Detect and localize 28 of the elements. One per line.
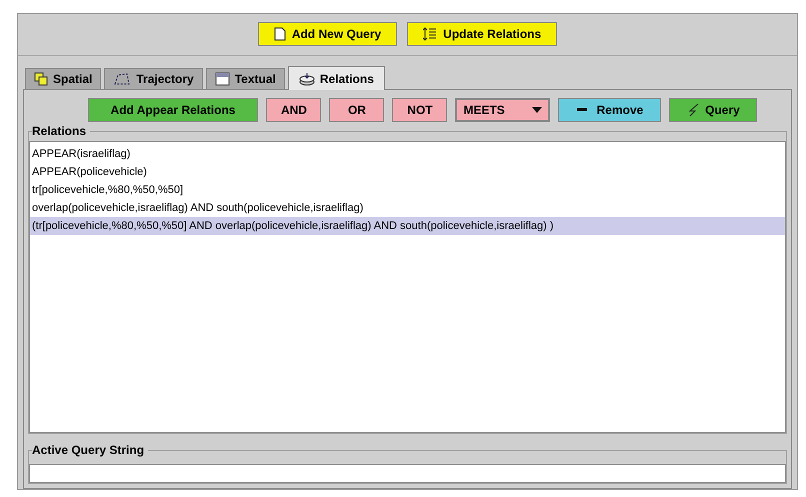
toolbar-button[interactable]: NOT bbox=[392, 98, 448, 122]
relation-item[interactable]: tr[policevehicle,%80,%50,%50] bbox=[30, 181, 785, 199]
relation-item[interactable]: overlap(policevehicle,israeliflag) AND south(policevehicle,israeliflag) bbox=[30, 199, 785, 217]
minus-icon bbox=[576, 108, 587, 112]
calendar-icon bbox=[214, 72, 230, 86]
toolbar-button[interactable]: Query bbox=[669, 98, 758, 122]
tab[interactable]: Relations bbox=[288, 66, 385, 90]
document-icon bbox=[274, 27, 286, 41]
tab[interactable]: Trajectory bbox=[104, 68, 203, 89]
overlapping-squares-icon bbox=[34, 72, 48, 86]
tab[interactable]: Spatial bbox=[25, 68, 102, 89]
trajectory-icon bbox=[113, 72, 132, 86]
toolbar-button[interactable]: OR bbox=[329, 98, 384, 122]
toolbar-button[interactable]: Update Relations bbox=[407, 22, 558, 46]
relation-item[interactable]: APPEAR(policevehicle) bbox=[30, 163, 785, 181]
section-title: Active Query String bbox=[32, 442, 148, 458]
tab[interactable]: Textual bbox=[206, 68, 285, 89]
query-string-field[interactable] bbox=[29, 464, 786, 483]
caret-icon bbox=[532, 107, 542, 113]
sort-list-icon bbox=[423, 27, 438, 41]
stack-icon bbox=[298, 72, 315, 86]
toolbar-button[interactable]: AND bbox=[266, 98, 322, 122]
relation-item[interactable]: (tr[policevehicle,%80,%50,%50] AND overlap(policevehicle,israeliflag) AND south(policevehicle,israeliflag) ) bbox=[30, 217, 785, 235]
toolbar-button[interactable]: Add Appear Relations bbox=[88, 98, 258, 122]
toolbar-button[interactable]: Add New Query bbox=[258, 22, 398, 46]
toolbar-button[interactable]: Remove bbox=[558, 98, 662, 122]
relation-item[interactable]: APPEAR(israeliflag) bbox=[30, 145, 785, 163]
operator-dropdown[interactable]: MEETS bbox=[455, 98, 550, 122]
